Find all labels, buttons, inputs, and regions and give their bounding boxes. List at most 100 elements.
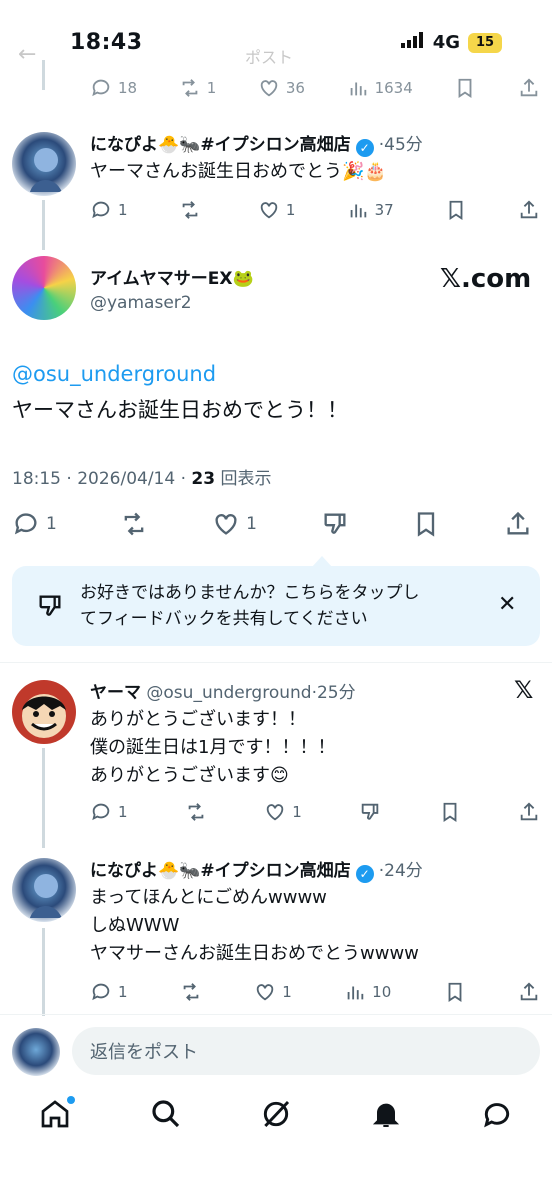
reply-count: 1: [118, 983, 128, 1001]
reply2-actions: 1 1 10: [90, 980, 540, 1004]
repost-icon: [180, 981, 202, 1003]
views-count: 1634: [374, 79, 413, 97]
share-icon: [518, 77, 540, 99]
avatar[interactable]: [12, 132, 76, 196]
timestamp: 18:15 · 2026/04/14 ·: [12, 469, 192, 489]
heart-icon: [258, 77, 280, 99]
thread-line: [42, 200, 45, 250]
thread-line: [42, 928, 45, 1016]
mention-link[interactable]: @osu_underground: [12, 360, 216, 388]
bookmark-icon: [412, 510, 440, 538]
tweet-meta: 18:15 · 2026/04/14 · 23 回表示: [12, 464, 271, 489]
reply2-header: になぴよ🐣🐜#イプシロン高畑店 ✓ ·24分: [90, 856, 540, 883]
reply-count: 1: [46, 514, 57, 534]
like-action[interactable]: 36: [258, 77, 305, 99]
reply-icon: [90, 981, 112, 1003]
repost-action[interactable]: [179, 199, 207, 221]
handle[interactable]: @yamaser2: [90, 293, 192, 313]
share-action[interactable]: [518, 981, 540, 1003]
display-name[interactable]: になぴよ🐣🐜#イプシロン高畑店: [90, 135, 351, 155]
share-icon: [518, 801, 540, 823]
avatar[interactable]: [12, 256, 76, 320]
share-action[interactable]: [518, 77, 540, 99]
repost-action[interactable]: [180, 981, 202, 1003]
repost-action[interactable]: 1: [179, 77, 216, 99]
close-icon[interactable]: ✕: [498, 592, 516, 617]
top-actions-row: 18 1 36 1634: [90, 76, 540, 100]
avatar[interactable]: [12, 680, 76, 744]
search-icon[interactable]: [150, 1098, 182, 1130]
repost-action[interactable]: [185, 801, 207, 823]
thumbs-down-icon: [321, 510, 349, 538]
like-action[interactable]: 1: [254, 981, 292, 1003]
repost-icon: [179, 77, 201, 99]
view-label: 回表示: [220, 469, 272, 489]
composer-placeholder: 返信をポスト: [90, 1042, 198, 1063]
bookmark-action[interactable]: [439, 801, 461, 823]
thumbs-down-icon: [36, 592, 64, 620]
bell-icon[interactable]: [370, 1098, 402, 1130]
views-action[interactable]: 10: [344, 981, 391, 1003]
like-action[interactable]: 1: [258, 199, 295, 221]
views-action[interactable]: 1634: [347, 77, 413, 99]
messages-icon[interactable]: [481, 1098, 513, 1130]
share-action[interactable]: [504, 510, 532, 538]
reply-action[interactable]: 18: [90, 77, 137, 99]
tweet-text: ヤーマさんお誕生日おめでとう🎉🎂: [90, 161, 387, 182]
reply-action[interactable]: 1: [12, 510, 57, 538]
tweet-time: 24分: [384, 861, 423, 881]
display-name[interactable]: になぴよ🐣🐜#イプシロン高畑店: [90, 861, 351, 881]
tweet1-header: になぴよ🐣🐜#イプシロン高畑店 ✓ ·45分: [90, 130, 540, 157]
heart-icon: [258, 199, 280, 221]
x-logo-icon: 𝕏: [514, 676, 534, 704]
like-count: 1: [282, 983, 292, 1001]
reply-line: ありがとうございます😊: [90, 765, 289, 786]
bookmark-action[interactable]: [412, 510, 440, 538]
display-name[interactable]: ヤーマ: [90, 683, 141, 703]
reply-line: まってほんとにごめんwwww: [90, 887, 327, 908]
bookmark-action[interactable]: [454, 77, 476, 99]
verified-badge-icon: ✓: [355, 865, 374, 883]
avatar[interactable]: [12, 1028, 60, 1076]
views-icon: [344, 981, 366, 1003]
reply-action[interactable]: 1: [90, 801, 128, 823]
thread-line: [42, 60, 45, 90]
like-action[interactable]: 1: [212, 510, 257, 538]
home-icon[interactable]: [39, 1096, 76, 1130]
xcom-logo: 𝕏.com: [440, 264, 532, 294]
views-count: 37: [374, 201, 394, 219]
heart-icon: [264, 801, 286, 823]
feedback-line: てフィードバックを共有してください: [80, 609, 368, 629]
repost-action[interactable]: [120, 510, 148, 538]
bookmark-icon: [444, 981, 466, 1003]
tweet-text: ヤーマさんお誕生日おめでとう！！: [12, 398, 348, 422]
back-arrow-icon[interactable]: ←: [18, 42, 36, 67]
share-action[interactable]: [518, 199, 540, 221]
bookmark-action[interactable]: [445, 199, 467, 221]
reply-line: 僕の誕生日は1月です！！！！: [90, 737, 336, 758]
feedback-prompt[interactable]: お好きではありませんか？こちらをタップし てフィードバックを共有してください ✕: [12, 566, 540, 646]
reply-icon: [12, 510, 40, 538]
dislike-action[interactable]: [321, 510, 349, 538]
views-icon: [347, 199, 369, 221]
reply-action[interactable]: 1: [90, 199, 128, 221]
verified-badge-icon: ✓: [355, 139, 374, 157]
tweet-time: 45分: [384, 135, 423, 155]
grok-icon[interactable]: [260, 1098, 292, 1130]
share-icon: [518, 199, 540, 221]
share-action[interactable]: [518, 801, 540, 823]
views-action[interactable]: 37: [347, 199, 394, 221]
reply-action[interactable]: 1: [90, 981, 128, 1003]
bottom-nav: [0, 1096, 552, 1130]
share-icon: [518, 981, 540, 1003]
bookmark-action[interactable]: [444, 981, 466, 1003]
display-name[interactable]: アイムヤマサーEX🐸: [90, 264, 254, 289]
thumbs-down-icon: [359, 801, 381, 823]
avatar[interactable]: [12, 858, 76, 922]
dislike-action[interactable]: [359, 801, 381, 823]
reply-icon: [90, 199, 112, 221]
reply-composer-input[interactable]: 返信をポスト: [72, 1027, 540, 1075]
tweet1-actions: 1 1 37: [90, 198, 540, 222]
like-action[interactable]: 1: [264, 801, 302, 823]
header-title: ポスト: [245, 48, 294, 67]
